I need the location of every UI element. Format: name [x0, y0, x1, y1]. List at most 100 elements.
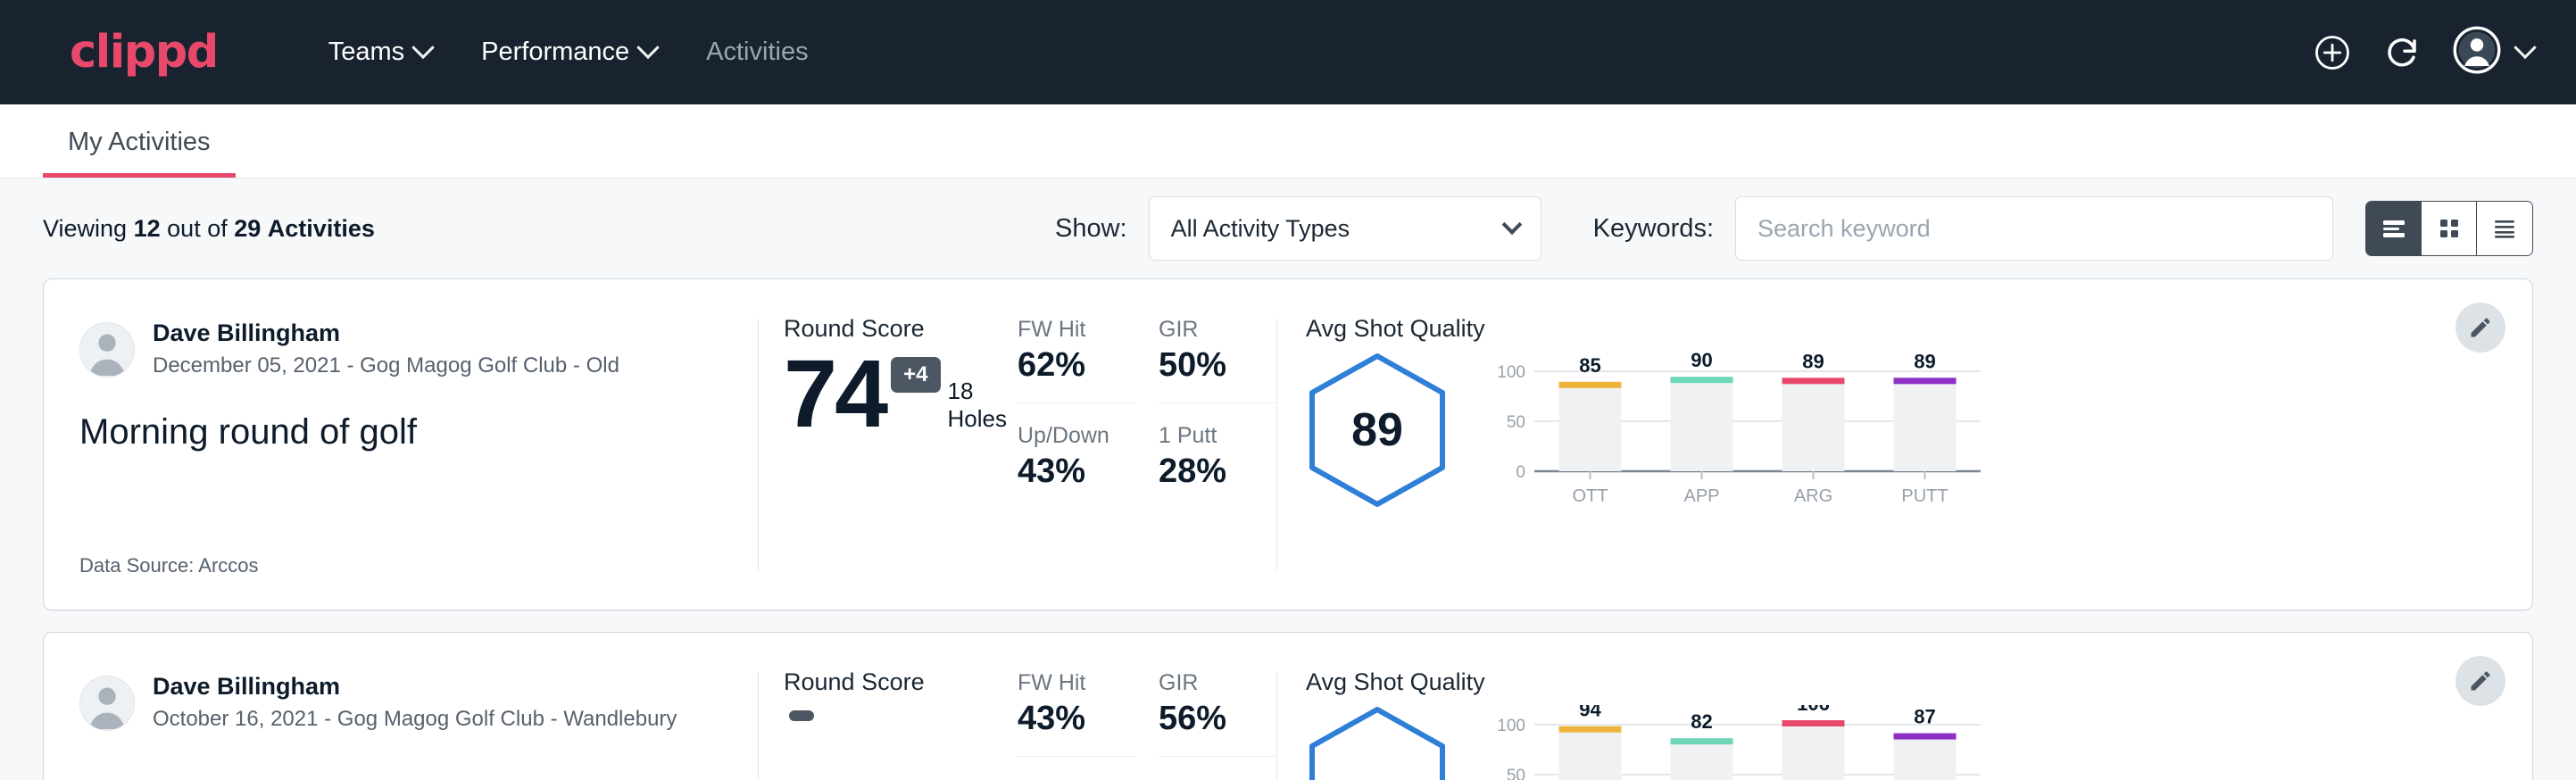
- stat-value: 50%: [1159, 346, 1276, 385]
- round-score-label: Round Score: [784, 668, 1018, 696]
- stat-value: 62%: [1018, 346, 1135, 385]
- viewing-prefix: Viewing: [43, 215, 127, 242]
- svg-text:100: 100: [1497, 363, 1525, 382]
- view-toggle-list[interactable]: [2366, 202, 2422, 255]
- stat-label: Up/Down: [1018, 423, 1135, 449]
- top-navbar: clippd Teams Performance Activities: [0, 0, 2576, 104]
- nav-item-activities[interactable]: Activities: [681, 29, 833, 76]
- view-toggle-compact[interactable]: [2477, 202, 2532, 255]
- activity-card-list: Dave Billingham December 05, 2021 - Gog …: [43, 278, 2533, 780]
- svg-text:90: 90: [1691, 352, 1712, 371]
- holes-played: 18 Holes: [948, 378, 1018, 440]
- author-name: Dave Billingham: [153, 672, 677, 702]
- svg-text:OTT: OTT: [1573, 486, 1608, 506]
- avatar: [79, 322, 135, 378]
- tab-label: My Activities: [68, 128, 211, 156]
- nav-item-label: Performance: [481, 37, 629, 67]
- filter-toolbar: Viewing 12 out of 29 Activities Show: Al…: [43, 178, 2533, 278]
- edit-activity-button[interactable]: [2456, 303, 2505, 353]
- show-label: Show:: [1055, 214, 1127, 244]
- page-body: Viewing 12 out of 29 Activities Show: Al…: [0, 178, 2576, 780]
- activity-meta: December 05, 2021 - Gog Magog Golf Club …: [153, 352, 619, 380]
- stat-label: GIR: [1159, 317, 1276, 343]
- activity-type-value: All Activity Types: [1171, 215, 1350, 243]
- round-score-section: Round Score 74 +4 18 Holes: [759, 279, 1018, 610]
- round-stats: FW Hit 62% GIR 50% Up/Down 43% 1 Putt 28…: [1018, 279, 1276, 610]
- nav-item-label: Teams: [328, 37, 404, 67]
- stat-value: 43%: [1018, 700, 1135, 738]
- round-score-row: [784, 701, 1018, 721]
- stat-up-down: Up/Down 43%: [1018, 421, 1135, 491]
- edit-activity-button[interactable]: [2456, 656, 2505, 706]
- svg-text:100: 100: [1497, 717, 1525, 735]
- quality-hexagon: 89: [1306, 352, 1449, 509]
- stat-fw-hit: FW Hit 43%: [1018, 668, 1135, 757]
- stat-value: 28%: [1159, 452, 1276, 491]
- stat-fw-hit: FW Hit 62%: [1018, 315, 1135, 403]
- avg-shot-quality-label: Avg Shot Quality: [1306, 668, 2425, 696]
- round-score-section: Round Score: [759, 633, 1018, 780]
- search-input[interactable]: Search keyword: [1735, 196, 2333, 261]
- keywords-label: Keywords:: [1593, 214, 1714, 244]
- refresh-icon[interactable]: [2383, 34, 2421, 71]
- svg-text:ARG: ARG: [1794, 486, 1832, 506]
- stat-label: FW Hit: [1018, 670, 1135, 696]
- author-name: Dave Billingham: [153, 319, 619, 349]
- svg-text:50: 50: [1507, 767, 1525, 780]
- stat-one-putt: 1 Putt 28%: [1159, 421, 1276, 491]
- quality-hexagon: [1306, 705, 1449, 780]
- stat-up-down: [1018, 775, 1135, 780]
- svg-text:89: 89: [1914, 352, 1935, 372]
- activity-info: Dave Billingham December 05, 2021 - Gog …: [44, 279, 758, 610]
- activity-type-select[interactable]: All Activity Types: [1149, 196, 1541, 261]
- activity-card[interactable]: Dave Billingham October 16, 2021 - Gog M…: [43, 632, 2533, 780]
- svg-text:106: 106: [1797, 705, 1830, 715]
- view-toggle-grid[interactable]: [2422, 202, 2477, 255]
- navbar-actions: [2314, 26, 2533, 79]
- svg-text:94: 94: [1579, 705, 1601, 721]
- svg-text:85: 85: [1579, 354, 1600, 377]
- clippd-logo[interactable]: clippd: [70, 29, 218, 75]
- svg-text:PUTT: PUTT: [1901, 486, 1948, 506]
- avg-shot-quality-section: Avg Shot Quality 89 05010085OTT90APP89AR…: [1277, 279, 2532, 610]
- svg-text:82: 82: [1691, 710, 1712, 733]
- svg-text:87: 87: [1914, 706, 1935, 728]
- viewing-total: 29: [234, 215, 261, 242]
- round-score-value: 74: [784, 348, 885, 440]
- plus-circle-icon[interactable]: [2314, 34, 2351, 71]
- account-menu[interactable]: [2453, 26, 2533, 79]
- account-avatar-icon: [2453, 26, 2501, 79]
- viewing-count: 12: [134, 215, 161, 242]
- nav-item-label: Activities: [706, 37, 808, 67]
- nav-item-teams[interactable]: Teams: [303, 29, 456, 76]
- data-source: Data Source: Arccos: [79, 554, 758, 577]
- svg-text:APP: APP: [1683, 486, 1719, 506]
- stat-label: 1 Putt: [1159, 423, 1276, 449]
- quality-score: 89: [1306, 352, 1449, 509]
- activity-author: Dave Billingham October 16, 2021 - Gog M…: [79, 672, 758, 734]
- activity-info: Dave Billingham October 16, 2021 - Gog M…: [44, 633, 758, 780]
- view-toggle-group: [2365, 201, 2533, 256]
- chevron-down-icon: [411, 36, 434, 58]
- viewing-middle: out of: [167, 215, 228, 242]
- activity-title: Morning round of golf: [79, 412, 758, 452]
- stat-value: 56%: [1159, 700, 1276, 738]
- activity-author: Dave Billingham December 05, 2021 - Gog …: [79, 319, 758, 380]
- viewing-count-text: Viewing 12 out of 29 Activities: [43, 215, 375, 243]
- search-placeholder: Search keyword: [1757, 215, 1931, 243]
- nav-item-performance[interactable]: Performance: [456, 29, 681, 76]
- svg-text:89: 89: [1802, 352, 1824, 372]
- shot-quality-bar-chart: 05010085OTT90APP89ARG89PUTT: [1488, 352, 1988, 509]
- quality-score: [1306, 705, 1449, 780]
- stat-label: FW Hit: [1018, 317, 1135, 343]
- round-score-row: 74 +4 18 Holes: [784, 348, 1018, 440]
- toolbar-controls: Show: All Activity Types Keywords: Searc…: [1055, 196, 2533, 261]
- primary-nav: Teams Performance Activities: [303, 29, 834, 76]
- activity-card[interactable]: Dave Billingham December 05, 2021 - Gog …: [43, 278, 2533, 610]
- chevron-down-icon: [1501, 214, 1522, 235]
- tab-my-activities[interactable]: My Activities: [43, 128, 236, 178]
- viewing-suffix: Activities: [268, 215, 375, 242]
- activity-meta: October 16, 2021 - Gog Magog Golf Club -…: [153, 705, 677, 734]
- avg-shot-quality-section: Avg Shot Quality 05010094OTT82APP106ARG8…: [1277, 633, 2532, 780]
- score-to-par-badge: +4: [891, 357, 940, 393]
